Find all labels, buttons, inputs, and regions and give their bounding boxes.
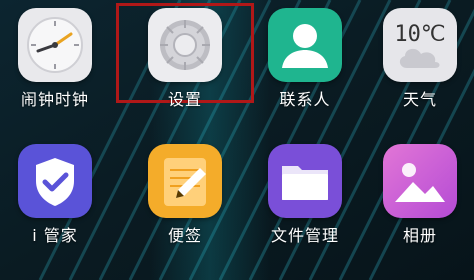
app-label: 联系人 (279, 90, 331, 109)
photo-icon (383, 144, 457, 218)
app-files[interactable]: 文件管理 (250, 136, 360, 256)
app-label: i 管家 (32, 226, 78, 245)
app-settings[interactable]: 设置 (130, 0, 240, 120)
app-gallery[interactable]: 相册 (365, 136, 474, 256)
pencil-note-icon (148, 144, 222, 218)
folder-icon (268, 144, 342, 218)
shield-check-icon (18, 144, 92, 218)
weather-icon: 10℃ (383, 8, 457, 82)
app-contacts[interactable]: 联系人 (250, 0, 360, 120)
app-clock[interactable]: 闹钟时钟 (0, 0, 110, 120)
app-label: 文件管理 (270, 226, 339, 245)
app-notes[interactable]: 便签 (130, 136, 240, 256)
person-icon (268, 8, 342, 82)
app-label: 天气 (402, 90, 437, 109)
app-label: 便签 (167, 226, 202, 245)
app-weather[interactable]: 10℃ 天气 (365, 0, 474, 120)
app-security[interactable]: i 管家 (0, 136, 110, 256)
app-label: 相册 (402, 226, 437, 245)
app-label: 设置 (167, 90, 202, 109)
weather-temperature: 10℃ (394, 22, 446, 47)
gear-icon (148, 8, 222, 82)
clock-icon (18, 8, 92, 82)
app-label: 闹钟时钟 (20, 90, 89, 109)
